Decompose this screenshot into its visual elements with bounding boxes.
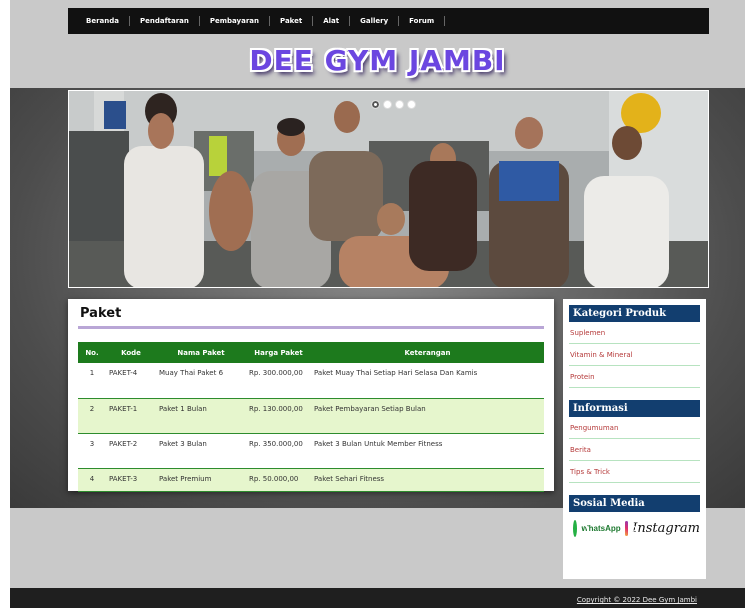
table-row[interactable]: 3 PAKET-2 Paket 3 Bulan Rp. 350.000,00 P…	[78, 433, 544, 468]
sidebar-link-protein[interactable]: Protein	[569, 366, 700, 388]
sidebar-link-pengumuman[interactable]: Pengumuman	[569, 417, 700, 439]
site-logo-title[interactable]: DEE GYM JAMBI	[10, 44, 745, 77]
slider-dots	[371, 100, 416, 109]
cell-kode: PAKET-3	[109, 474, 138, 483]
slider-dot[interactable]	[383, 100, 392, 109]
instagram-link[interactable]: Instagram	[632, 521, 700, 536]
cell-nama: Paket 3 Bulan	[159, 439, 207, 448]
kategori-produk-section: Kategori Produk Suplemen Vitamin & Miner…	[569, 305, 700, 388]
nav-divider	[444, 16, 446, 26]
copyright-link[interactable]: Copyright © 2022 Dee Gym Jambi	[577, 596, 697, 604]
table-row[interactable]: 1 PAKET-4 Muay Thai Paket 6 Rp. 300.000,…	[78, 363, 544, 398]
top-navigation: Beranda Pendaftaran Pembayaran Paket Ala…	[68, 8, 709, 34]
nav-item-pembayaran[interactable]: Pembayaran	[200, 17, 269, 25]
nav-item-alat[interactable]: Alat	[313, 17, 349, 25]
table-header-row: No. Kode Nama Paket Harga Paket Keterang…	[78, 342, 544, 363]
cell-harga: Rp. 130.000,00	[249, 404, 303, 413]
sosial-media-heading: Sosial Media	[569, 495, 700, 512]
cell-kode: PAKET-1	[109, 404, 138, 413]
column-header: Harga Paket	[246, 342, 311, 363]
cell-nama: Paket 1 Bulan	[159, 404, 207, 413]
slider-dot[interactable]	[395, 100, 404, 109]
cell-harga: Rp. 300.000,00	[249, 369, 303, 377]
cell-harga: Rp. 350.000,00	[249, 439, 303, 448]
page-frame: Beranda Pendaftaran Pembayaran Paket Ala…	[10, 0, 745, 608]
cell-nama: Paket Premium	[159, 474, 212, 483]
informasi-heading: Informasi	[569, 400, 700, 417]
footer: Copyright © 2022 Dee Gym Jambi	[10, 588, 745, 608]
cell-keterangan: Paket Pembayaran Setiap Bulan	[314, 404, 426, 413]
kategori-produk-heading: Kategori Produk	[569, 305, 700, 322]
cell-kode: PAKET-4	[109, 369, 138, 377]
slider-dot[interactable]	[371, 100, 380, 109]
cell-keterangan: Paket Muay Thai Setiap Hari Selasa Dan K…	[314, 369, 478, 377]
instagram-icon[interactable]	[624, 521, 635, 536]
nav-item-beranda[interactable]: Beranda	[76, 17, 129, 25]
informasi-section: Informasi Pengumuman Berita Tips & Trick	[569, 400, 700, 483]
sidebar-link-tips-trick[interactable]: Tips & Trick	[569, 461, 700, 483]
social-links: WhatsApp Instagram	[569, 520, 700, 537]
column-header: No.	[78, 342, 106, 363]
nav-item-pendaftaran[interactable]: Pendaftaran	[130, 17, 199, 25]
table-row[interactable]: 2 PAKET-1 Paket 1 Bulan Rp. 130.000,00 P…	[78, 398, 544, 433]
gym-group-photo	[69, 91, 708, 287]
nav-item-forum[interactable]: Forum	[399, 17, 444, 25]
image-slider[interactable]	[68, 90, 709, 288]
sidebar: Kategori Produk Suplemen Vitamin & Miner…	[563, 299, 706, 579]
sidebar-link-vitamin-mineral[interactable]: Vitamin & Mineral	[569, 344, 700, 366]
cell-keterangan: Paket Sehari Fitness	[314, 474, 385, 483]
cell-kode: PAKET-2	[109, 439, 138, 448]
cell-no: 1	[89, 369, 95, 377]
main-content-panel: Paket No. Kode Nama Paket Harga Paket Ke…	[68, 299, 554, 491]
table-row[interactable]: 4 PAKET-3 Paket Premium Rp. 50.000,00 Pa…	[78, 468, 544, 491]
page-title: Paket	[80, 306, 122, 321]
sosial-media-section: Sosial Media WhatsApp Instagram	[569, 495, 700, 537]
cell-no: 4	[89, 474, 95, 483]
nav-item-gallery[interactable]: Gallery	[350, 17, 398, 25]
cell-nama: Muay Thai Paket 6	[159, 369, 224, 377]
column-header: Kode	[106, 342, 156, 363]
title-underline	[78, 326, 544, 329]
cell-keterangan: Paket 3 Bulan Untuk Member Fitness	[314, 439, 443, 448]
paket-table: No. Kode Nama Paket Harga Paket Keterang…	[78, 342, 544, 492]
sidebar-link-berita[interactable]: Berita	[569, 439, 700, 461]
cell-no: 2	[89, 404, 95, 413]
column-header: Nama Paket	[156, 342, 246, 363]
slider-dot[interactable]	[407, 100, 416, 109]
column-header: Keterangan	[311, 342, 544, 363]
sidebar-link-suplemen[interactable]: Suplemen	[569, 322, 700, 344]
cell-no: 3	[89, 439, 95, 448]
cell-harga: Rp. 50.000,00	[249, 474, 299, 483]
whatsapp-icon[interactable]	[573, 520, 590, 537]
nav-item-paket[interactable]: Paket	[270, 17, 312, 25]
